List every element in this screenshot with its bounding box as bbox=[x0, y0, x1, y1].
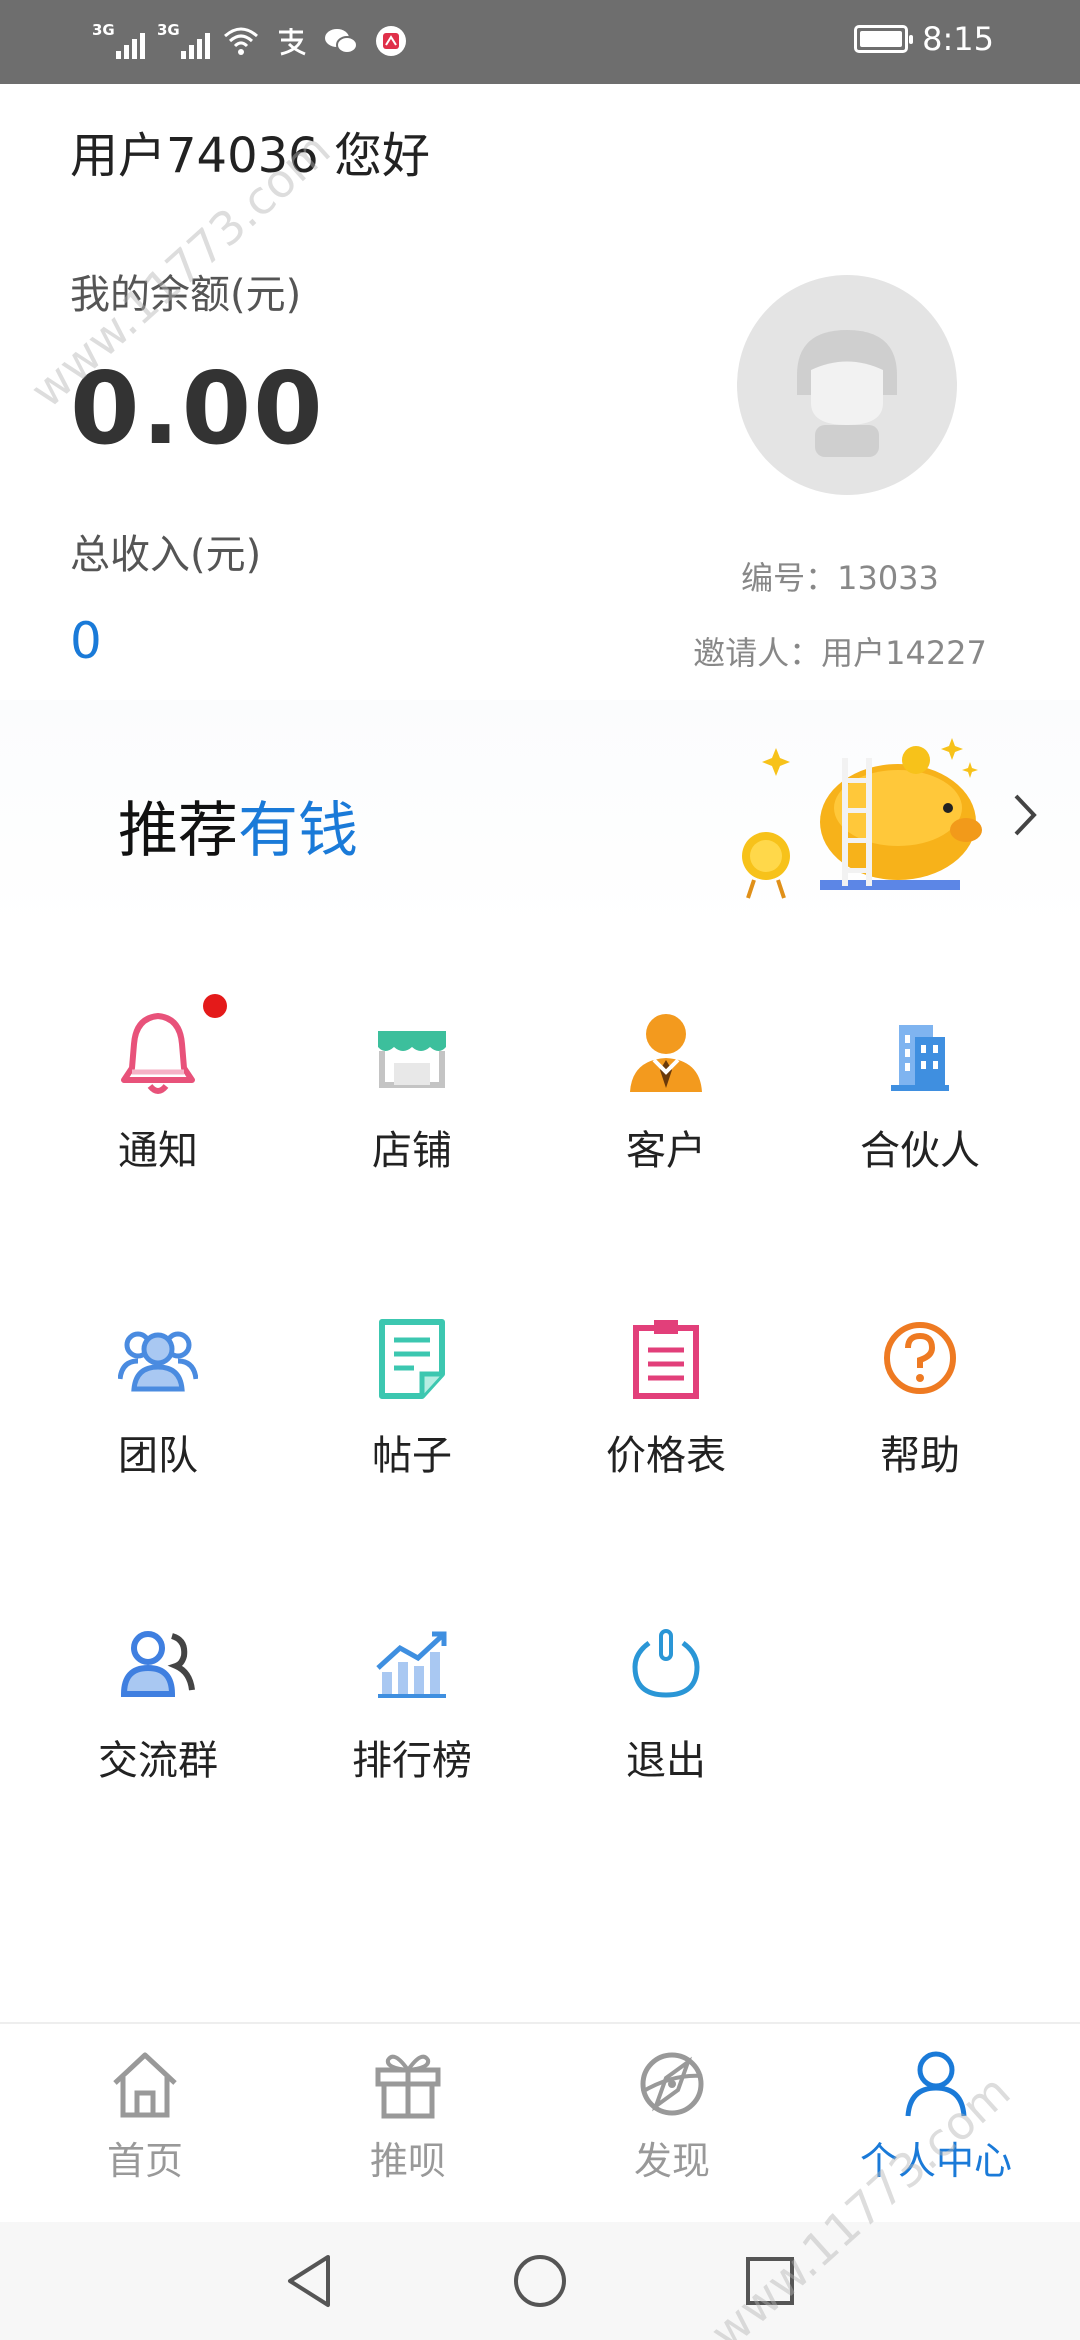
menu-item-label: 交流群 bbox=[98, 1738, 218, 1784]
tab-label: 推呗 bbox=[369, 2139, 446, 2183]
menu-item-help[interactable]: 帮助 bbox=[793, 1315, 1047, 1515]
battery-icon bbox=[854, 25, 914, 53]
menu-item-label: 帮助 bbox=[880, 1433, 960, 1479]
clipboard-icon bbox=[623, 1315, 709, 1401]
banner-title-accent: 有钱 bbox=[238, 796, 358, 866]
network-type-label: 3G bbox=[157, 21, 180, 39]
income-value[interactable]: 0 bbox=[70, 612, 102, 670]
banner-title: 推荐有钱 bbox=[118, 782, 358, 869]
menu-item-posts[interactable]: 帖子 bbox=[285, 1315, 539, 1515]
store-icon bbox=[369, 1010, 455, 1096]
default-avatar-icon bbox=[797, 330, 897, 457]
piggy-bank-illustration bbox=[742, 738, 982, 899]
menu-item-label: 帖子 bbox=[372, 1433, 452, 1479]
tab-label: 首页 bbox=[106, 2139, 183, 2183]
power-icon bbox=[623, 1620, 709, 1706]
ranking-icon bbox=[369, 1620, 455, 1706]
home-icon bbox=[105, 2044, 185, 2124]
menu-item-customer[interactable]: 客户 bbox=[539, 1010, 793, 1210]
tab-home[interactable]: 首页 bbox=[35, 2044, 255, 2185]
user-id: 编号：13033 bbox=[741, 559, 939, 597]
app-notification-icon bbox=[372, 22, 410, 60]
wifi-icon bbox=[222, 22, 260, 60]
inviter-info: 邀请人：用户14227 bbox=[693, 634, 987, 672]
chevron-right-icon[interactable] bbox=[1010, 790, 1040, 851]
menu-item-label: 合伙人 bbox=[860, 1128, 980, 1174]
menu-item-label: 价格表 bbox=[606, 1433, 726, 1479]
menu-item-label: 退出 bbox=[626, 1738, 706, 1784]
menu-item-store[interactable]: 店铺 bbox=[285, 1010, 539, 1210]
menu-item-logout[interactable]: 退出 bbox=[539, 1620, 793, 1820]
menu-item-ranking[interactable]: 排行榜 bbox=[285, 1620, 539, 1820]
banner-title-main: 推荐 bbox=[118, 796, 238, 866]
signal-icon: 3G bbox=[92, 21, 145, 59]
menu-item-label: 店铺 bbox=[372, 1128, 452, 1174]
menu-item-price-list[interactable]: 价格表 bbox=[539, 1315, 793, 1515]
menu-item-label: 客户 bbox=[626, 1128, 706, 1174]
unread-badge bbox=[203, 994, 227, 1018]
tab-label: 发现 bbox=[633, 2139, 710, 2183]
tab-tuibei[interactable]: 推呗 bbox=[298, 2044, 518, 2185]
menu-item-label: 团队 bbox=[118, 1433, 198, 1479]
group-chat-icon bbox=[115, 1620, 201, 1706]
alipay-icon bbox=[272, 22, 310, 60]
tab-discover[interactable]: 发现 bbox=[562, 2044, 782, 2185]
building-icon bbox=[877, 1010, 963, 1096]
menu-item-label: 排行榜 bbox=[352, 1738, 472, 1784]
status-icons-right: 8:15 bbox=[854, 20, 994, 58]
menu-item-team[interactable]: 团队 bbox=[31, 1315, 285, 1515]
bell-icon bbox=[115, 994, 227, 1096]
menu-item-label: 通知 bbox=[118, 1128, 198, 1174]
recommend-banner[interactable]: 推荐有钱 bbox=[0, 700, 1080, 932]
income-label: 总收入(元) bbox=[70, 532, 262, 578]
status-bar: 3G 3G 8:15 bbox=[0, 0, 1080, 84]
wechat-icon bbox=[322, 22, 360, 60]
team-icon bbox=[115, 1315, 201, 1401]
system-navigation-bar bbox=[0, 2222, 1080, 2340]
gift-icon bbox=[368, 2044, 448, 2124]
menu-item-group-chat[interactable]: 交流群 bbox=[31, 1620, 285, 1820]
back-icon[interactable] bbox=[274, 2246, 344, 2316]
avatar[interactable] bbox=[737, 275, 957, 495]
menu-item-partner[interactable]: 合伙人 bbox=[793, 1010, 1047, 1210]
home-button-icon[interactable] bbox=[505, 2246, 575, 2316]
compass-icon bbox=[632, 2044, 712, 2124]
menu-item-notification[interactable]: 通知 bbox=[31, 994, 285, 1210]
status-icons-left: 3G 3G bbox=[92, 21, 410, 60]
help-icon bbox=[877, 1315, 963, 1401]
network-type-label: 3G bbox=[92, 21, 115, 39]
customer-icon bbox=[623, 1010, 709, 1096]
post-icon bbox=[369, 1315, 455, 1401]
clock: 8:15 bbox=[922, 20, 994, 58]
signal-icon: 3G bbox=[157, 21, 210, 59]
